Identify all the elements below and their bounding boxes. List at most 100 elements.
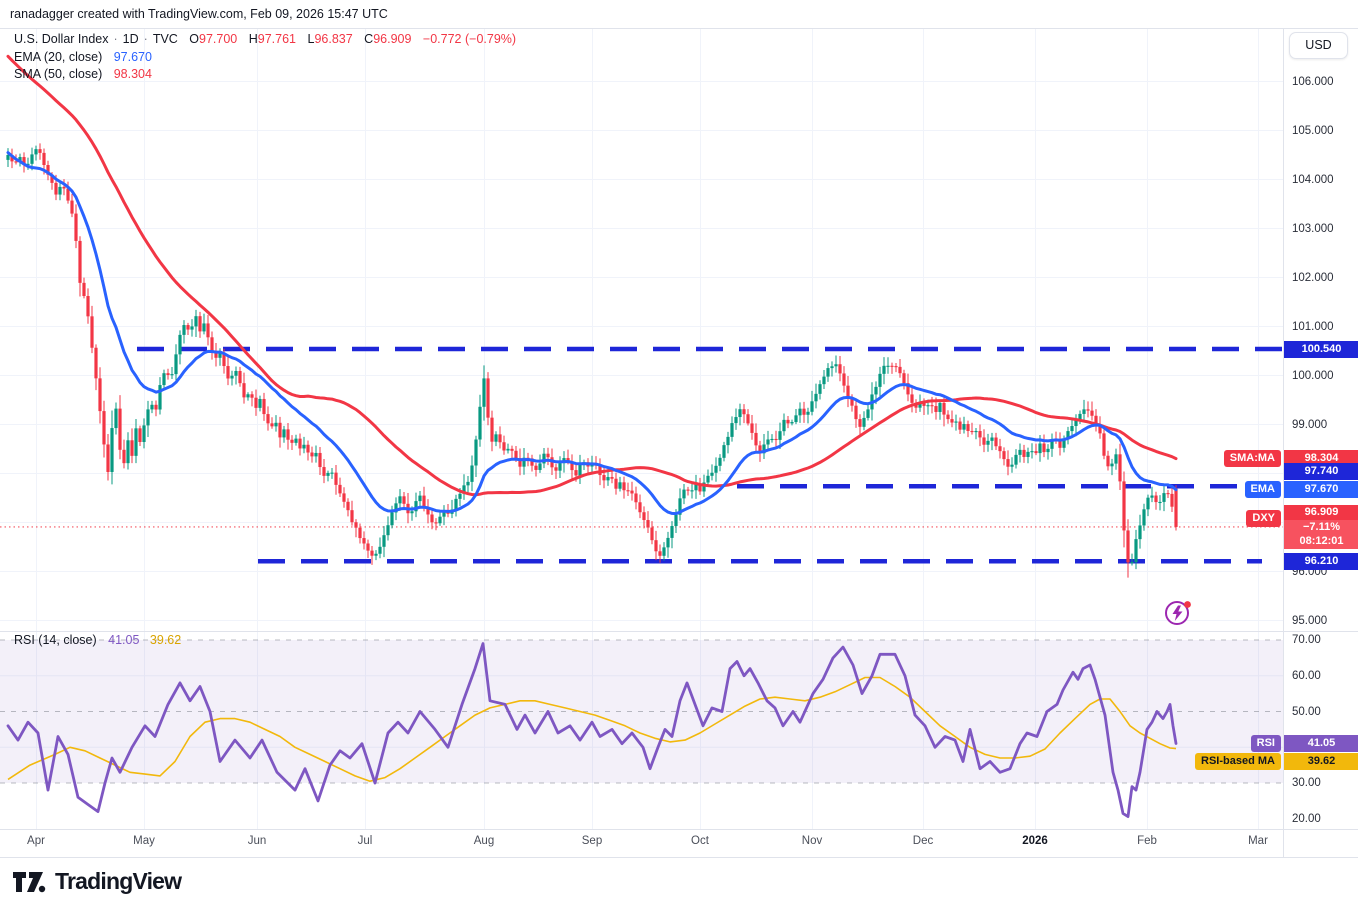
level-badge-100540: 100.540 <box>1284 341 1358 358</box>
candle <box>426 499 429 523</box>
currency-toggle-button[interactable]: USD <box>1289 32 1348 59</box>
candle <box>770 434 773 442</box>
candle <box>638 495 641 519</box>
candle <box>386 516 389 540</box>
candle <box>438 512 441 526</box>
candle <box>270 417 273 429</box>
candle <box>706 469 709 486</box>
candle <box>794 409 797 424</box>
candle <box>322 459 325 483</box>
candle <box>1150 487 1153 502</box>
candle <box>646 511 649 533</box>
sma-label[interactable]: SMA (50, close) <box>14 67 102 81</box>
symbol-row[interactable]: U.S. Dollar Index·1D·TVC O97.700 H97.761… <box>14 31 516 49</box>
candle <box>866 404 869 420</box>
candle <box>154 400 157 416</box>
candle <box>1102 426 1105 460</box>
candle <box>1026 448 1029 464</box>
candle <box>1066 427 1069 445</box>
candle <box>318 447 321 475</box>
candle <box>894 363 897 372</box>
price-scale[interactable]: USD 106.000105.000104.000103.000102.0001… <box>1283 28 1358 857</box>
candle <box>810 391 813 416</box>
time-axis-label: Apr <box>6 835 66 847</box>
candle <box>1046 444 1049 459</box>
candle <box>782 414 785 436</box>
candle <box>630 482 633 501</box>
candle <box>814 384 817 409</box>
candle <box>1054 432 1057 444</box>
time-axis-label: May <box>114 835 174 847</box>
price-tick: 102.000 <box>1292 271 1334 285</box>
exchange-label[interactable]: TVC <box>153 32 178 46</box>
candle <box>1174 485 1177 530</box>
candle <box>278 417 281 448</box>
candle <box>554 464 557 479</box>
symbol-title[interactable]: U.S. Dollar Index <box>14 32 108 46</box>
rsi-label[interactable]: RSI (14, close) <box>14 633 97 647</box>
rsi-tick: 50.00 <box>1292 705 1321 719</box>
candle <box>474 436 477 477</box>
rsi-tag: RSI <box>1251 735 1281 752</box>
sma-legend-row[interactable]: SMA (50, close) 98.304 <box>14 66 516 84</box>
candle <box>570 454 573 479</box>
candle <box>546 448 549 465</box>
candle <box>678 488 681 520</box>
ema-value: 97.670 <box>114 50 152 64</box>
candle <box>486 372 489 425</box>
dxy-price-badge: 96.909−7.11%08:12:01 <box>1284 505 1358 549</box>
candle <box>806 408 809 424</box>
rsi-legend[interactable]: RSI (14, close) 41.05 39.62 <box>14 633 181 647</box>
candle <box>1042 434 1045 457</box>
interval-label[interactable]: 1D <box>123 32 139 46</box>
candle <box>354 519 357 537</box>
candle <box>522 448 525 475</box>
candle <box>194 310 197 337</box>
candle <box>74 204 77 248</box>
candle <box>158 377 161 414</box>
candle <box>70 194 73 217</box>
candle <box>1162 485 1165 511</box>
candle <box>102 401 105 458</box>
candle <box>502 436 505 455</box>
candle <box>1006 450 1009 475</box>
candle <box>90 306 93 353</box>
candle <box>178 330 181 364</box>
time-scale[interactable]: AprMayJunJulAugSepOctNovDec2026FebMar <box>0 829 1283 857</box>
candle <box>542 448 545 468</box>
candle <box>1010 457 1013 473</box>
symbol-legend[interactable]: U.S. Dollar Index·1D·TVC O97.700 H97.761… <box>14 31 516 84</box>
ema-legend-row[interactable]: EMA (20, close) 97.670 <box>14 49 516 67</box>
candle <box>738 404 741 426</box>
candle <box>170 367 173 379</box>
candle <box>470 456 473 492</box>
candle <box>774 431 777 447</box>
candle <box>714 457 717 481</box>
flash-event-icon[interactable] <box>1162 596 1194 628</box>
chart-canvas[interactable] <box>0 0 1283 857</box>
candle <box>742 404 745 423</box>
candle <box>226 357 229 385</box>
rsi-value: 41.05 <box>108 633 139 647</box>
candle <box>462 474 465 500</box>
candle <box>990 433 993 450</box>
ema-label[interactable]: EMA (20, close) <box>14 50 102 64</box>
candle <box>750 415 753 440</box>
price-tick: 100.000 <box>1292 369 1334 383</box>
candle <box>962 417 965 434</box>
candle <box>1050 434 1053 457</box>
candle <box>482 365 485 420</box>
candle <box>430 509 433 529</box>
tradingview-logo[interactable]: TradingView <box>12 868 181 895</box>
candle <box>626 483 629 496</box>
candle <box>906 374 909 402</box>
candle <box>642 506 645 528</box>
candle <box>290 435 293 450</box>
candle <box>698 478 701 495</box>
divider-timeaxis <box>0 829 1358 830</box>
candle <box>298 434 301 456</box>
candle <box>434 518 437 530</box>
candle <box>206 315 209 345</box>
pane-divider[interactable] <box>0 631 1358 632</box>
candle <box>974 428 977 439</box>
